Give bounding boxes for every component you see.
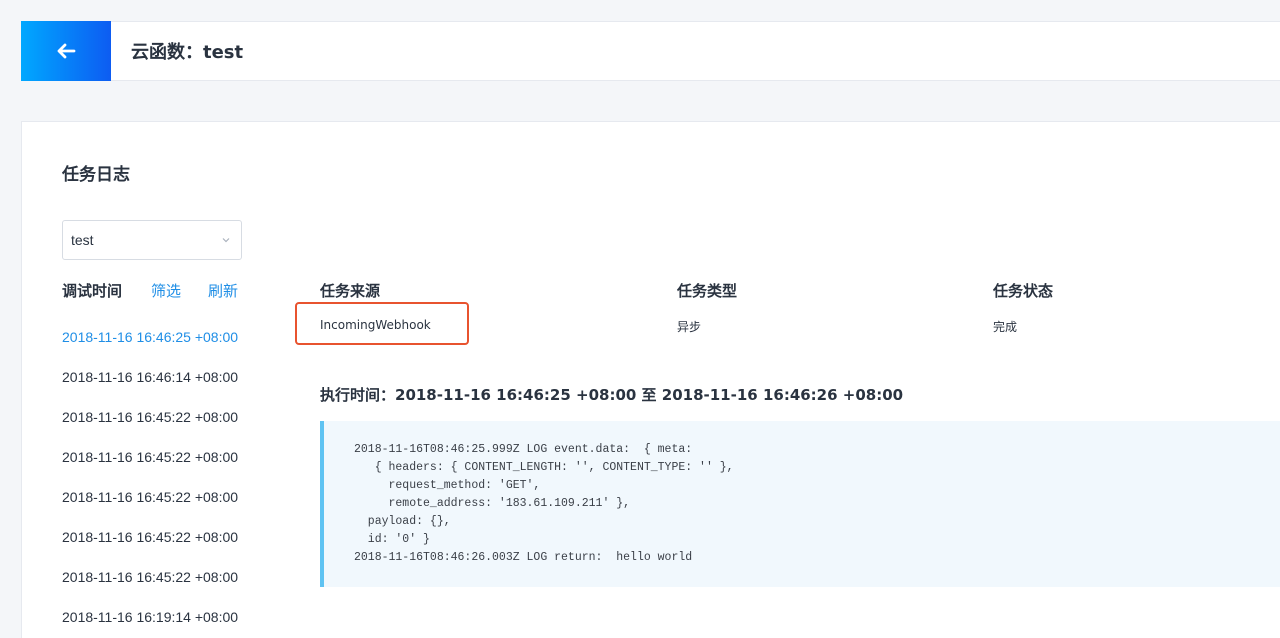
execution-time: 执行时间：2018-11-16 16:46:25 +08:00 至 2018-1… xyxy=(320,386,904,404)
task-status-column: 任务状态 完成 xyxy=(993,280,1054,334)
log-list-item[interactable]: 2018-11-16 16:46:25 +08:00 xyxy=(62,327,282,367)
task-type-column: 任务类型 异步 xyxy=(677,280,738,334)
log-list-item[interactable]: 2018-11-16 16:45:22 +08:00 xyxy=(62,567,282,607)
log-list: 2018-11-16 16:46:25 +08:00 2018-11-16 16:… xyxy=(62,327,282,638)
task-source-label: 任务来源 xyxy=(320,282,381,300)
task-status-value: 完成 xyxy=(993,320,1018,334)
section-title: 任务日志 xyxy=(62,165,130,185)
task-source-column: 任务来源 IncomingWebhook xyxy=(320,280,431,332)
log-list-item[interactable]: 2018-11-16 16:19:14 +08:00 xyxy=(62,607,282,638)
chevron-down-icon xyxy=(222,238,230,243)
task-log-panel: 任务日志 test 调试时间 筛选 刷新 2018-11-16 16:46:25… xyxy=(21,121,1280,638)
log-list-item[interactable]: 2018-11-16 16:45:22 +08:00 xyxy=(62,527,282,567)
task-type-label: 任务类型 xyxy=(677,282,738,300)
log-output: 2018-11-16T08:46:25.999Z LOG event.data:… xyxy=(320,421,1280,587)
function-select-value: test xyxy=(71,232,94,248)
filter-link[interactable]: 筛选 xyxy=(151,280,181,301)
task-type-value: 异步 xyxy=(677,320,702,334)
function-select[interactable]: test xyxy=(62,220,242,260)
log-list-item[interactable]: 2018-11-16 16:46:14 +08:00 xyxy=(62,367,282,407)
page-title: 云函数：test xyxy=(131,42,244,63)
log-list-item[interactable]: 2018-11-16 16:45:22 +08:00 xyxy=(62,487,282,527)
debug-time-label: 调试时间 xyxy=(62,282,123,300)
log-output-text: 2018-11-16T08:46:25.999Z LOG event.data:… xyxy=(354,443,734,564)
arrow-left-icon xyxy=(57,43,76,59)
log-list-header: 调试时间 筛选 刷新 xyxy=(62,280,262,300)
page-header: 云函数：test xyxy=(21,21,1280,81)
log-list-item[interactable]: 2018-11-16 16:45:22 +08:00 xyxy=(62,407,282,447)
task-status-label: 任务状态 xyxy=(993,282,1054,300)
log-list-item[interactable]: 2018-11-16 16:45:22 +08:00 xyxy=(62,447,282,487)
refresh-link[interactable]: 刷新 xyxy=(208,280,238,301)
back-button[interactable] xyxy=(21,21,111,81)
highlight-annotation xyxy=(295,302,469,345)
